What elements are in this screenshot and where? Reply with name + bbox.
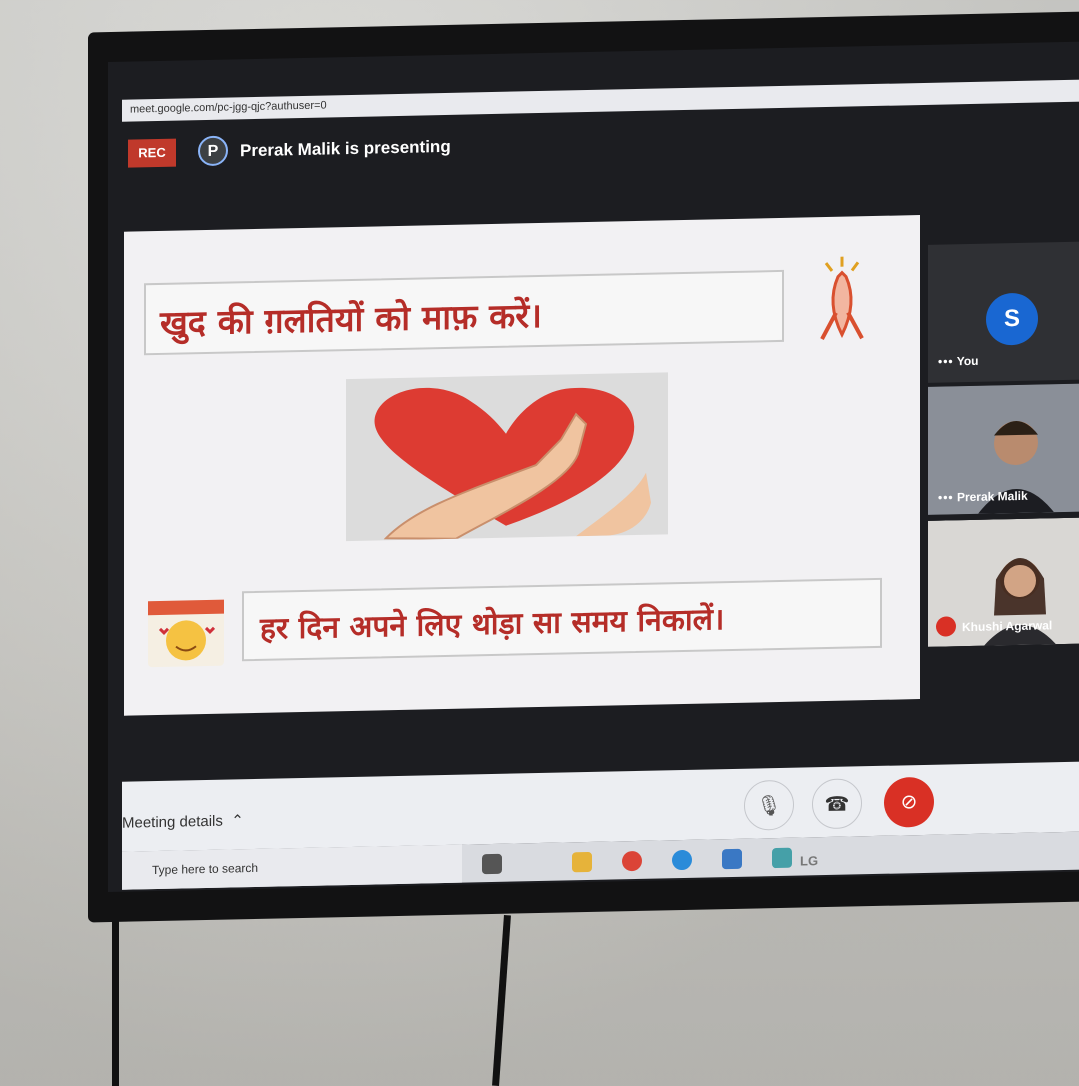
file-explorer-icon[interactable] [572,851,592,873]
slide-line2: हर दिन अपने लिए थोड़ा सा समय निकालें। [260,602,725,647]
task-view-icon[interactable] [482,853,502,875]
tv-cable-left [112,900,119,1086]
meet-window: meet.google.com/pc-jgg-qjc?authuser=0 RE… [108,41,1079,893]
participant-name: ••• You [938,353,979,369]
more-options-icon[interactable]: ••• [938,354,954,368]
lg-logo: LG [800,853,819,869]
praying-hands-icon [820,256,864,341]
camera-off-button[interactable]: ⊘ [884,776,934,828]
presenting-label: Prerak Malik is presenting [240,136,451,161]
calendar-emoji-icon [148,599,224,668]
participant-tile-khushi[interactable]: Khushi Agarwal [928,517,1079,647]
more-options-icon[interactable]: ••• [938,490,954,504]
slide-line1: खुद की ग़लतियों को माफ़ करें। [160,295,543,344]
store-icon[interactable] [722,848,742,870]
taskbar-search[interactable]: Type here to search [122,844,462,890]
participant-tile-you[interactable]: S ••• You [928,241,1079,383]
chrome-icon[interactable] [622,850,642,872]
slide-line2-box: हर दिन अपने लिए थोड़ा सा समय निकालें। [242,577,882,662]
heart-image [346,372,668,542]
tv-frame: meet.google.com/pc-jgg-qjc?authuser=0 RE… [88,11,1079,923]
chevron-up-icon: ⌃ [227,812,244,830]
address-bar[interactable]: meet.google.com/pc-jgg-qjc?authuser=0 [122,79,1079,122]
participant-tile-prerak[interactable]: ••• Prerak Malik [928,383,1079,515]
hangup-button[interactable]: ☎ [812,778,862,830]
slide-line1-box: खुद की ग़लतियों को माफ़ करें। [144,269,784,356]
participant-name: ••• Prerak Malik [938,488,1028,505]
participant-name: Khushi Agarwal [962,618,1053,635]
presenter-avatar: P [198,135,228,167]
recording-badge: REC [128,138,176,168]
search-placeholder: Type here to search [152,860,259,878]
mic-button[interactable]: 🎙 [744,779,794,831]
edge-icon[interactable] [672,849,692,871]
meeting-details-button[interactable]: Meeting details ⌃ [122,811,244,832]
app-icon[interactable] [772,847,792,869]
participant-avatar: S [986,292,1038,346]
shared-slide: खुद की ग़लतियों को माफ़ करें। हर दिन अपन… [124,215,920,716]
heart-hug-icon [374,387,651,540]
url-text: meet.google.com/pc-jgg-qjc?authuser=0 [130,99,327,116]
